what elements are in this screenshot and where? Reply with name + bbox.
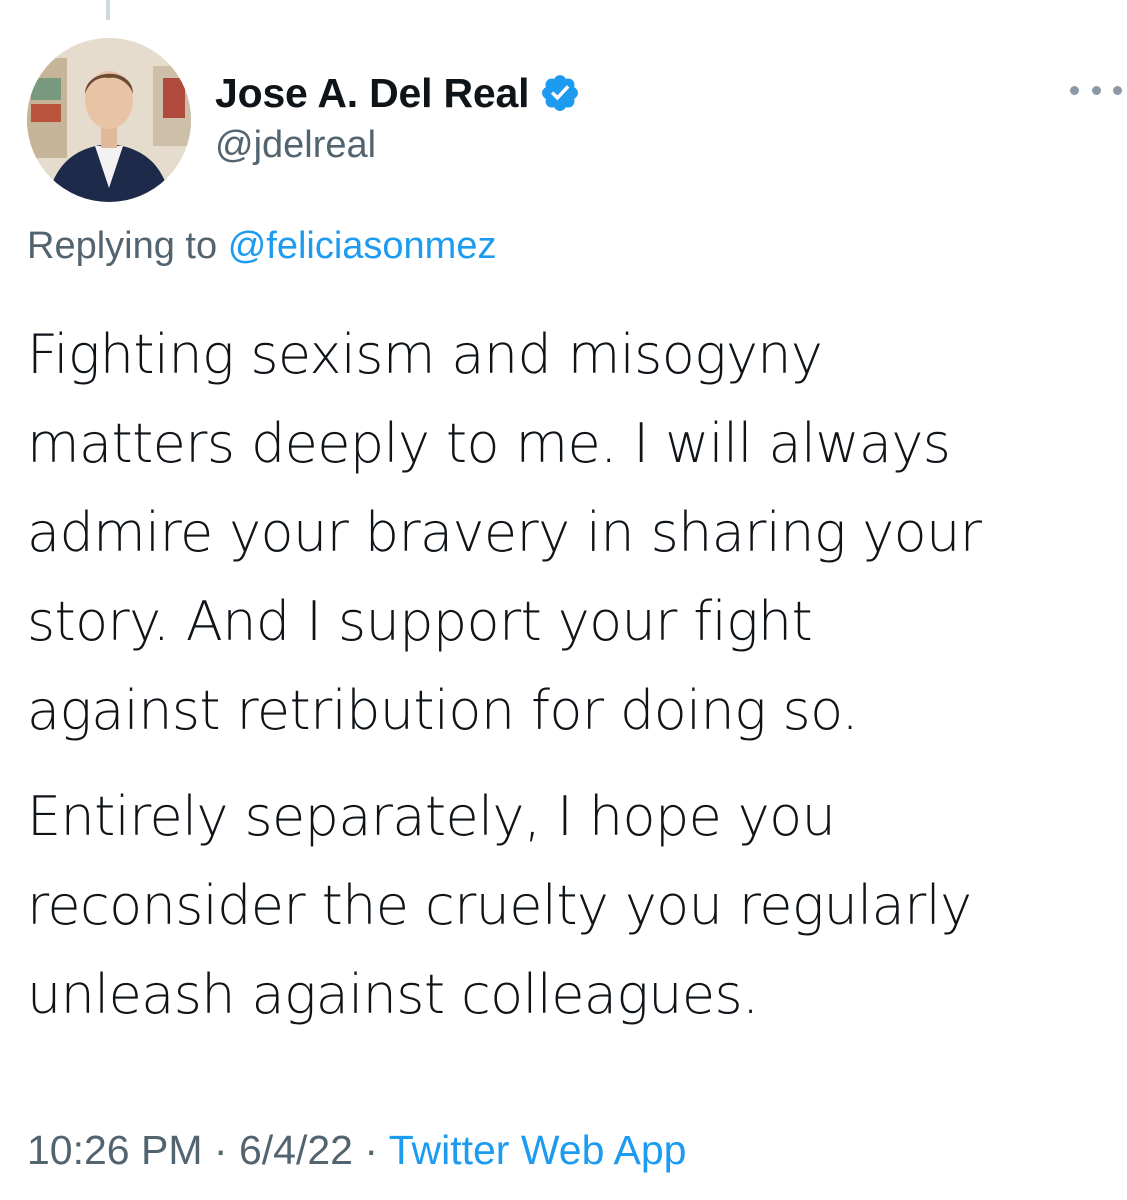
thread-connector-line (106, 0, 110, 20)
author-display-name[interactable]: Jose A. Del Real (215, 70, 530, 117)
meta-separator: · (213, 1127, 228, 1173)
more-dot-icon (1113, 85, 1122, 95)
tweet-text: Fighting sexism and misogyny matters dee… (27, 310, 1107, 1039)
tweet-source-link[interactable]: Twitter Web App (389, 1127, 687, 1173)
author-handle[interactable]: @jdelreal (215, 124, 376, 167)
avatar-image (27, 38, 191, 202)
more-options-icon[interactable] (1070, 80, 1122, 100)
reply-mention-link[interactable]: @feliciasonmez (228, 225, 497, 267)
avatar[interactable] (27, 38, 191, 202)
meta-separator: · (364, 1127, 379, 1173)
verified-badge-icon (539, 72, 581, 114)
tweet-date[interactable]: 6/4/22 (239, 1127, 353, 1173)
more-dot-icon (1091, 85, 1101, 95)
author-name-row: Jose A. Del Real (215, 66, 581, 120)
more-dot-icon (1070, 85, 1079, 95)
replying-to: Replying to @feliciasonmez (27, 225, 496, 268)
tweet-time[interactable]: 10:26 PM (27, 1127, 203, 1173)
tweet-paragraph: Fighting sexism and misogyny matters dee… (27, 323, 982, 742)
tweet-metadata: 10:26 PM · 6/4/22 · Twitter Web App (27, 1127, 686, 1174)
replying-to-label: Replying to (27, 225, 218, 267)
tweet-paragraph: Entirely separately, I hope you reconsid… (27, 785, 972, 1026)
